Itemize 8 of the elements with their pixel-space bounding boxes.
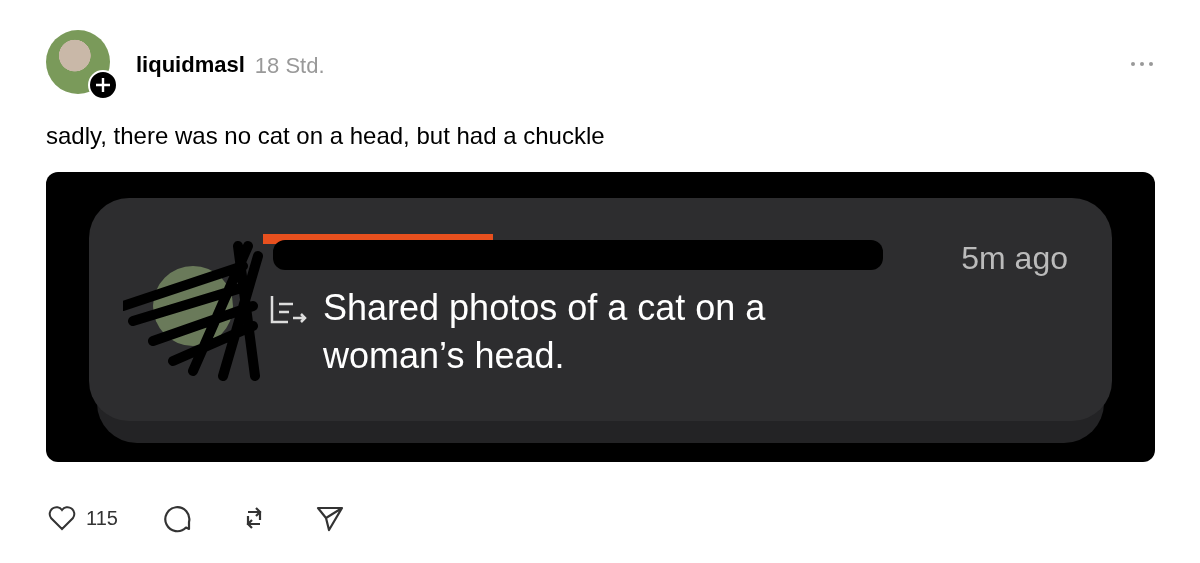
notification-text: Shared photos of a cat on a woman’s head. [323, 286, 767, 378]
post-time: 18 Std. [254, 53, 325, 79]
notification-time: 5m ago [961, 240, 1068, 278]
plus-icon[interactable] [88, 70, 118, 100]
more-icon[interactable] [1129, 60, 1155, 68]
username[interactable]: liquidmasl [136, 52, 245, 78]
like-count: 115 [86, 506, 118, 530]
post-text: sadly, there was no cat on a head, but had a chuckle [46, 122, 606, 150]
